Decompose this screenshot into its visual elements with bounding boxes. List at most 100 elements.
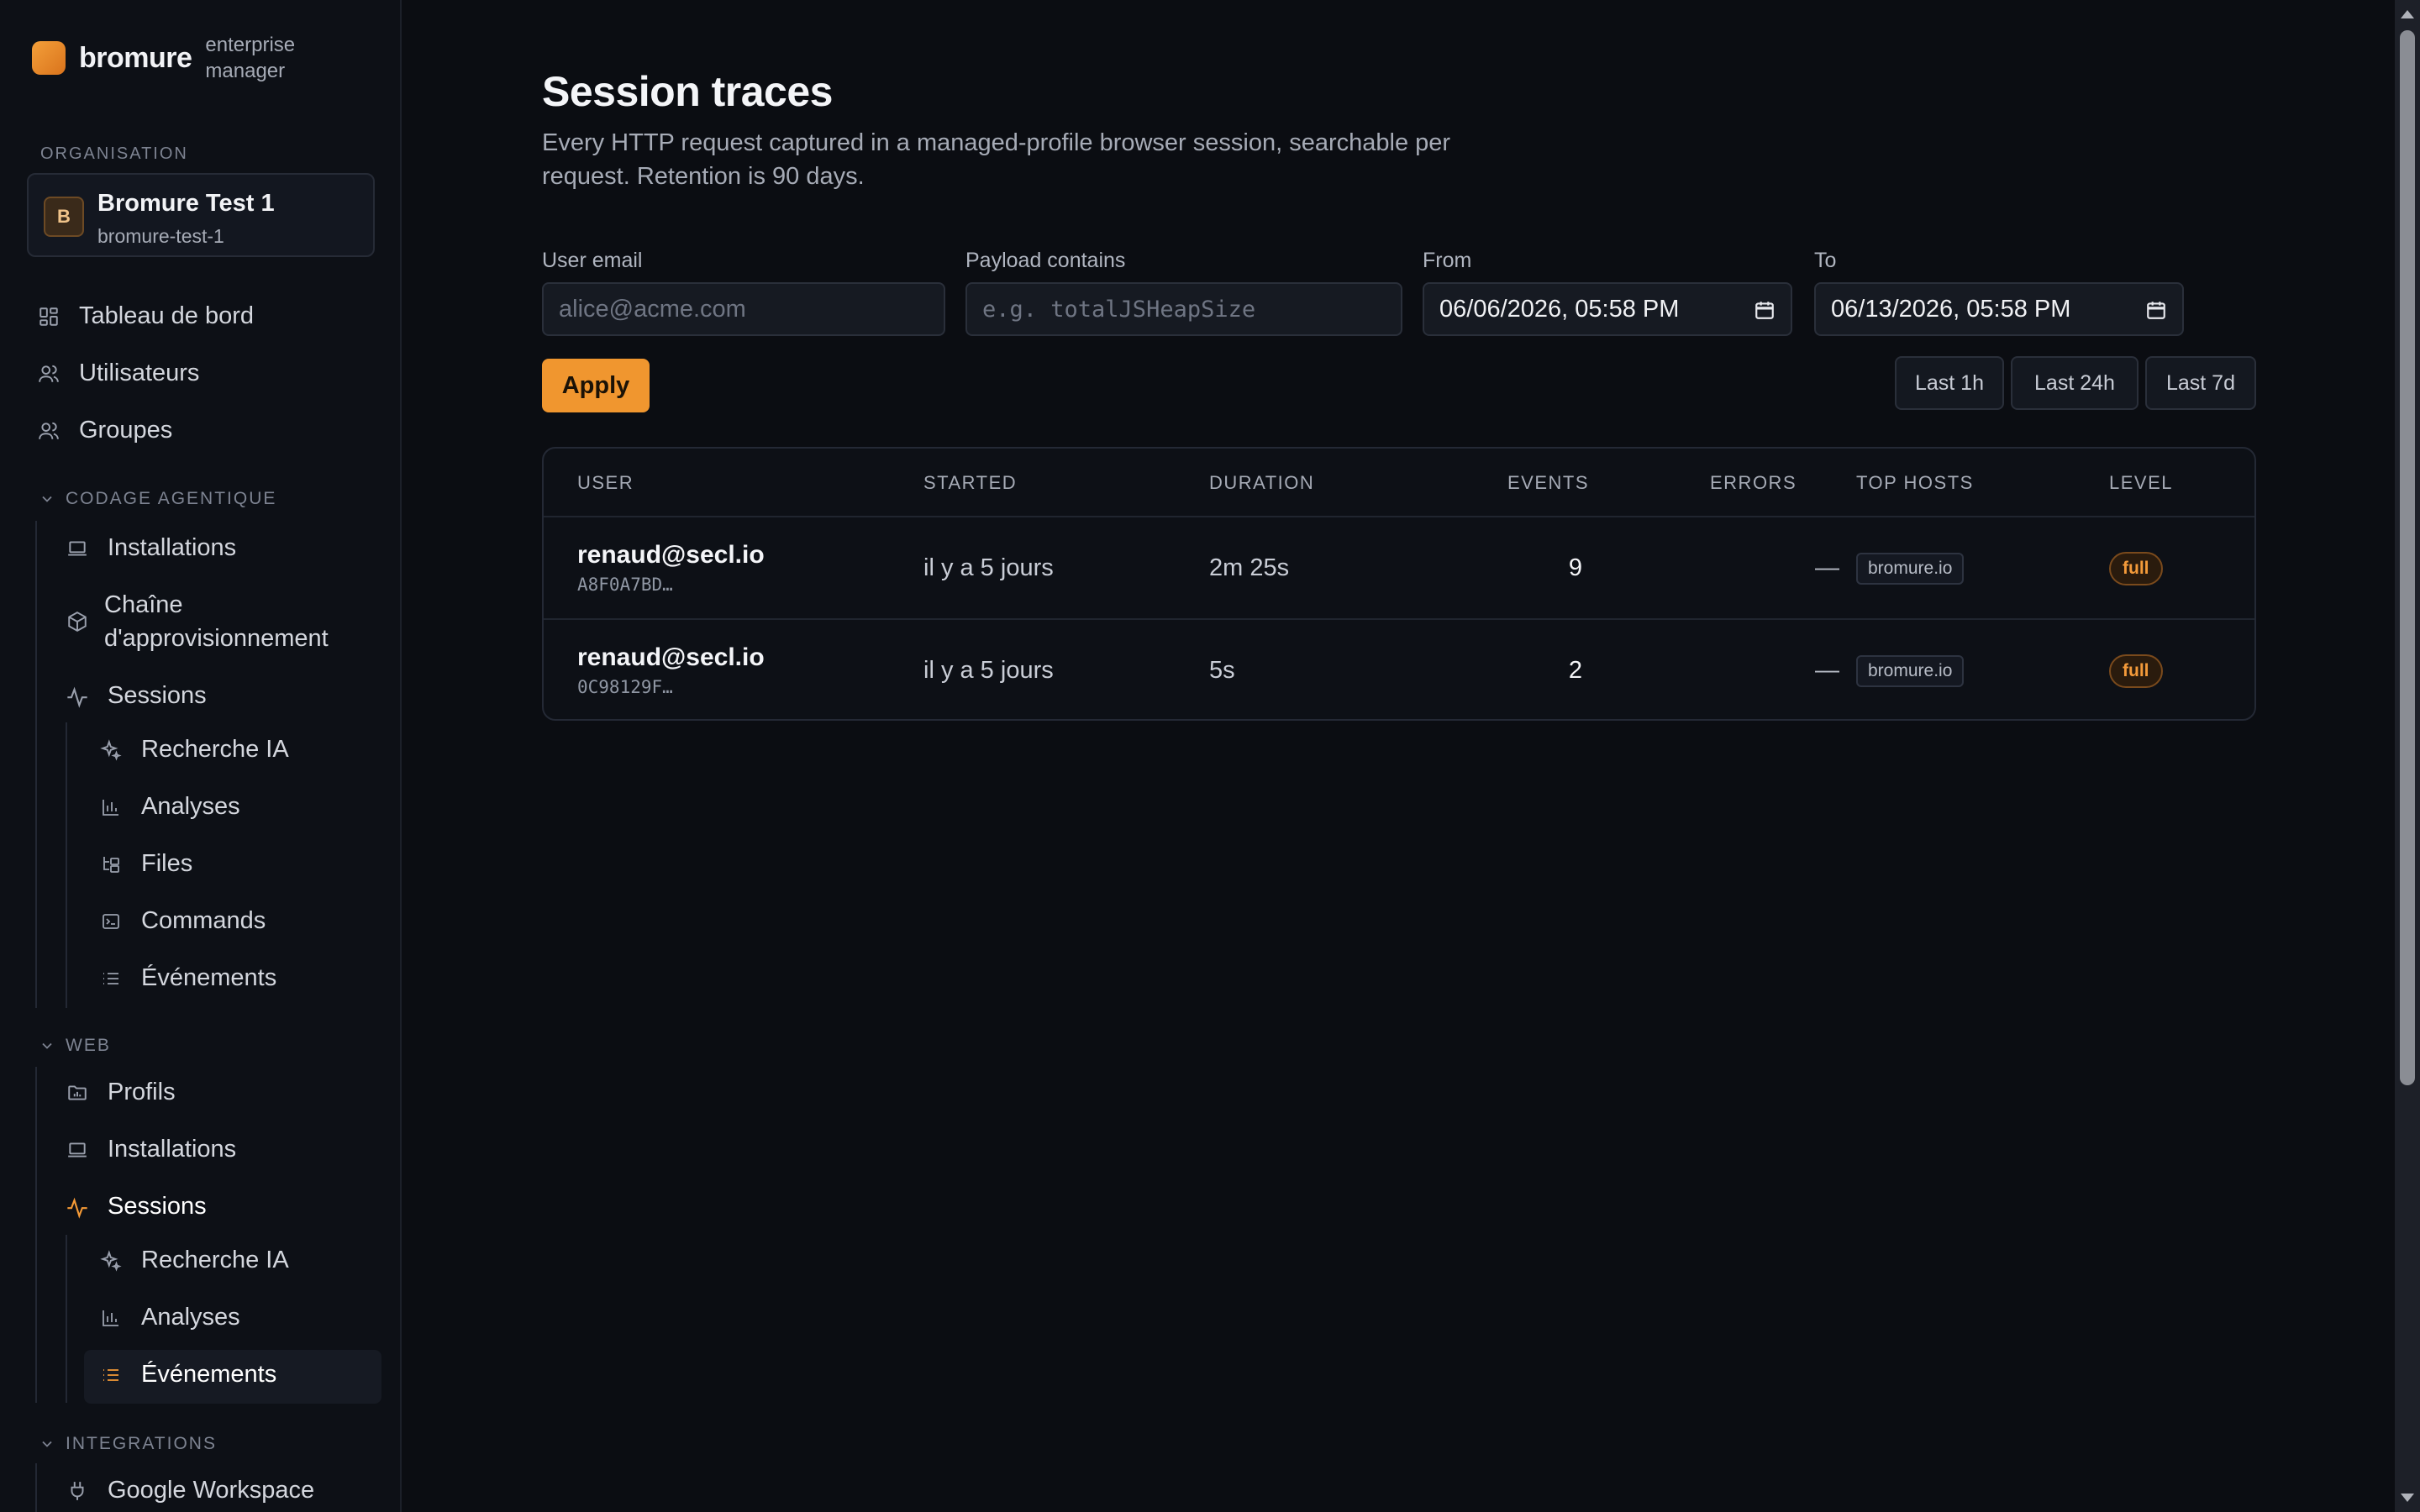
sidebar-item-google-workspace[interactable]: Google Workspace [66,1477,314,1504]
organisation-switcher[interactable]: B Bromure Test 1 bromure-test-1 [27,173,375,257]
to-datetime-input[interactable]: 06/13/2026, 05:58 PM [1814,282,2184,336]
sidebar-item-utilisateurs[interactable]: Utilisateurs [37,360,199,387]
sidebar-item-installations-web[interactable]: Installations [66,1136,236,1163]
sidebar-item-label: Chaîne d'approvisionnement [104,591,329,652]
calendar-icon[interactable] [2145,299,2167,321]
sidebar-item-tableau-de-bord[interactable]: Tableau de bord [37,302,254,330]
group-codage-agentique[interactable]: CODAGE AGENTIQUE [39,489,276,509]
page-scrollbar[interactable] [2395,0,2420,1512]
host-tag: bromure.io [1856,553,1965,585]
group-web[interactable]: WEB [39,1036,111,1056]
sidebar-item-label: Installations [108,1136,237,1163]
sidebar-item-analyses-codage[interactable]: Analyses [99,793,240,821]
row-started: il y a 5 jours [923,554,1054,581]
tree-line [35,1463,37,1512]
tree-line [35,1067,37,1403]
laptop-icon [66,537,89,560]
main-content: Session traces Every HTTP request captur… [402,0,2395,1512]
row-session-id: 0C98129F… [577,677,673,697]
sidebar-item-label: Commands [141,907,266,934]
user-email-label: User email [542,249,643,272]
level-badge: full [2109,552,2163,585]
column-header-errors[interactable]: ERRORS [1710,472,1797,494]
group-integrations[interactable]: INTEGRATIONS [39,1434,217,1454]
sidebar-item-evenements-web[interactable]: Événements [99,1361,276,1389]
brand-logo [32,41,66,75]
sidebar-item-sessions-web[interactable]: Sessions [66,1193,207,1221]
users-icon [37,362,60,386]
payload-placeholder: e.g. totalJSHeapSize [982,296,1256,323]
sidebar-item-analyses-web[interactable]: Analyses [99,1304,240,1331]
from-datetime-input[interactable]: 06/06/2026, 05:58 PM [1423,282,1792,336]
sidebar-item-label: Files [141,850,193,877]
row-session-id: A8F0A7BD… [577,575,673,595]
column-header-duration[interactable]: DURATION [1209,472,1314,494]
sidebar-item-sessions-codage[interactable]: Sessions [66,682,207,710]
folder-tree-icon [99,853,123,876]
activity-icon [66,1195,89,1219]
sidebar-item-recherche-ia-codage[interactable]: Recherche IA [99,736,289,764]
column-header-level[interactable]: LEVEL [2109,472,2173,494]
group-heading: WEB [66,1036,111,1055]
payload-contains-input[interactable]: e.g. totalJSHeapSize [965,282,1402,336]
payload-contains-label: Payload contains [965,249,1126,272]
last-7d-button[interactable]: Last 7d [2145,356,2256,410]
page-title: Session traces [542,68,833,115]
page-subtitle: Every HTTP request captured in a managed… [542,129,1451,190]
row-started: il y a 5 jours [923,657,1054,684]
list-icon [99,967,123,990]
calendar-icon[interactable] [1754,299,1776,321]
tree-line [66,722,67,1008]
sidebar-item-evenements-codage[interactable]: Événements [99,964,276,992]
terminal-icon [99,910,123,933]
sidebar-item-installations[interactable]: Installations [66,534,236,562]
brand-subtitle: enterprise manager [205,34,296,82]
org-name: Bromure Test 1 [97,190,275,217]
column-header-user[interactable]: USER [577,472,634,494]
sidebar-item-groupes[interactable]: Groupes [37,417,172,444]
sidebar-item-chaine-approvisionnement[interactable]: Chaîne d'approvisionnement [66,588,356,655]
to-label: To [1814,249,1837,272]
column-header-started[interactable]: STARTED [923,472,1017,494]
tree-line [35,521,37,1008]
groups-icon [37,419,60,443]
row-user-email: renaud@secl.io [577,643,765,671]
host-tag: bromure.io [1856,655,1965,687]
sidebar-item-label: Groupes [79,417,173,444]
last-24h-button[interactable]: Last 24h [2011,356,2139,410]
column-header-events[interactable]: EVENTS [1507,472,1589,494]
row-events: 2 [1568,657,1582,684]
laptop-icon [66,1138,89,1162]
sidebar-item-label: Tableau de bord [79,302,254,329]
bar-chart-icon [99,795,123,819]
column-header-top-hosts[interactable]: TOP HOSTS [1856,472,1974,494]
scroll-down-arrow-icon[interactable] [2401,1494,2414,1502]
sidebar-item-label: Recherche IA [141,1247,289,1273]
list-icon [99,1363,123,1387]
scroll-up-arrow-icon[interactable] [2401,10,2414,18]
user-email-input[interactable]: alice@acme.com [542,282,945,336]
sidebar-item-label: Analyses [141,1304,240,1331]
apply-button[interactable]: Apply [542,359,650,412]
brand[interactable]: bromure enterprise manager [32,32,314,84]
row-errors: — [1815,554,1839,581]
session-traces-table: USER STARTED DURATION EVENTS ERRORS TOP … [542,447,2256,721]
bar-chart-icon [99,1306,123,1330]
sidebar-item-profils[interactable]: Profils [66,1079,176,1106]
package-icon [66,610,89,633]
sidebar-item-label: Événements [141,964,277,991]
sidebar-item-files[interactable]: Files [99,850,192,878]
last-1h-button[interactable]: Last 1h [1895,356,2004,410]
row-duration: 2m 25s [1209,554,1290,581]
sidebar-item-commands[interactable]: Commands [99,907,266,935]
tree-line [66,1235,67,1403]
group-heading: INTEGRATIONS [66,1434,217,1453]
row-user-email: renaud@secl.io [577,541,765,569]
sidebar-item-recherche-ia-web[interactable]: Recherche IA [99,1247,289,1274]
row-errors: — [1815,657,1839,684]
sidebar-item-label: Utilisateurs [79,360,200,386]
scrollbar-thumb[interactable] [2400,30,2415,1085]
organisation-section-label: ORGANISATION [40,144,188,163]
activity-icon [66,685,89,708]
sidebar-item-label: Sessions [108,1193,207,1220]
